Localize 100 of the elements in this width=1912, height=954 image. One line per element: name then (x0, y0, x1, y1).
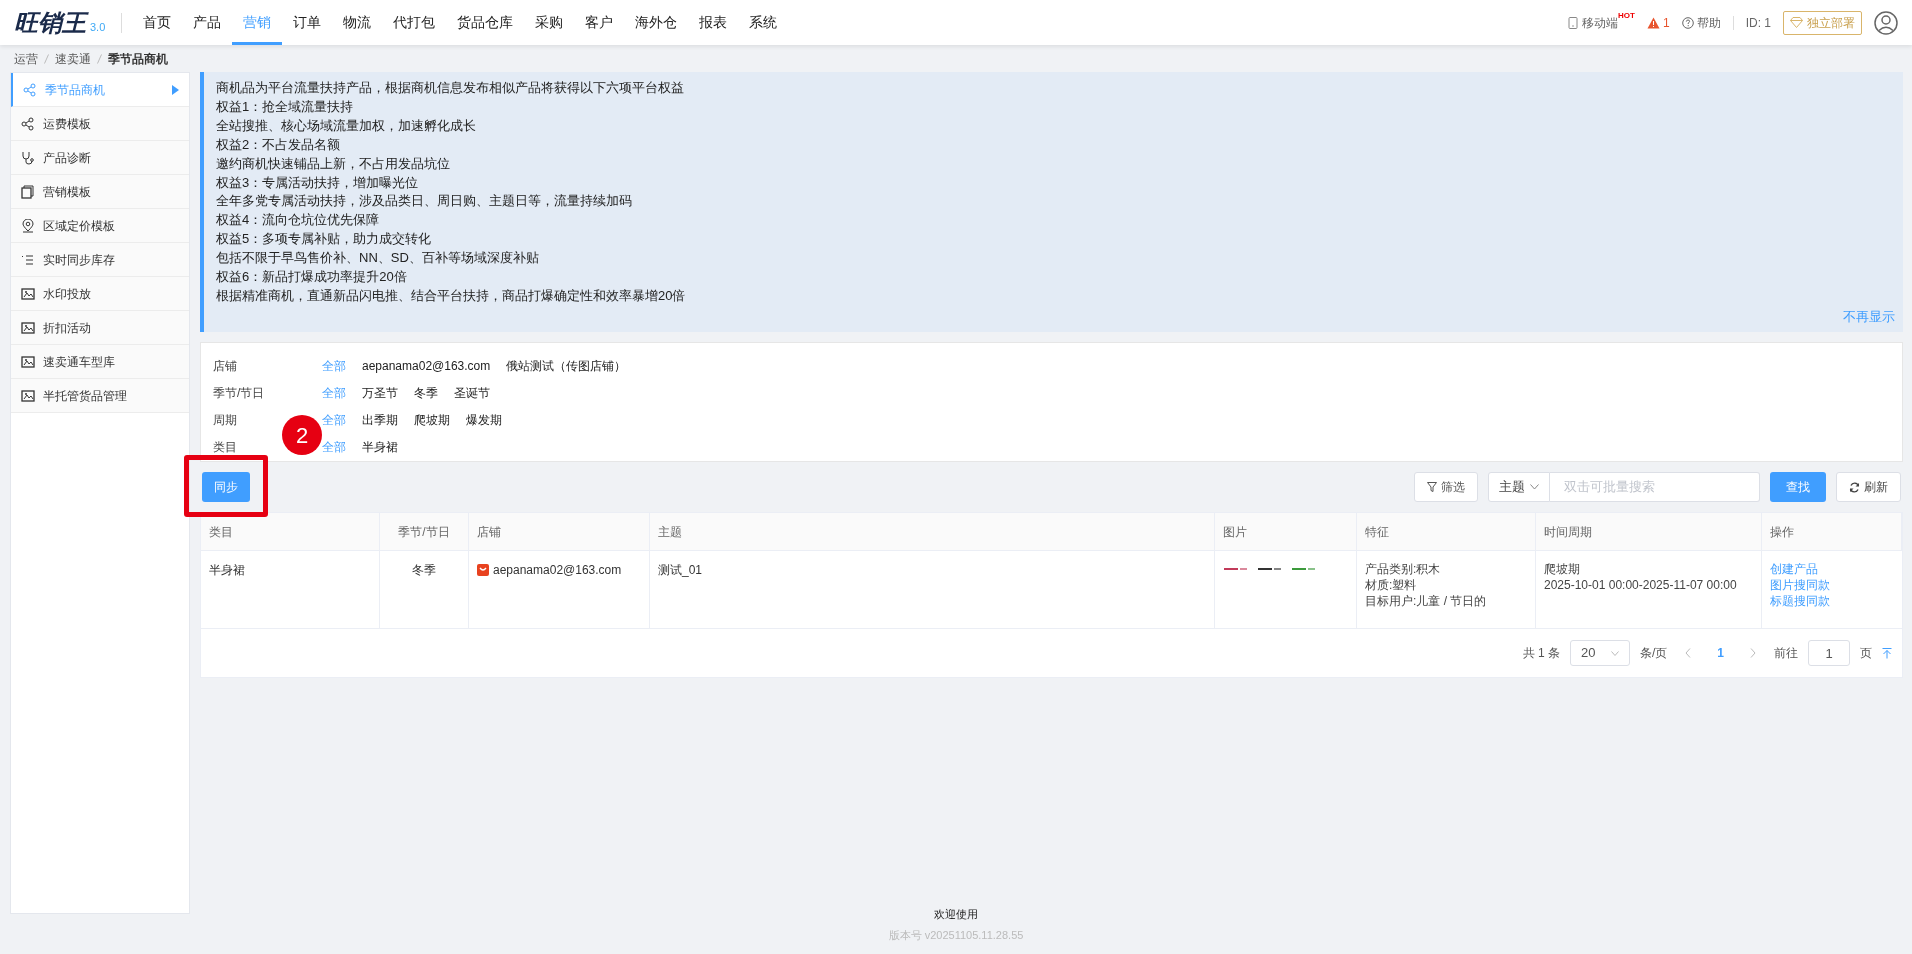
notice-line: 权益6：新品打爆成功率提升20倍 (216, 268, 407, 287)
sidebar-item[interactable]: 半托管货品管理 (11, 379, 189, 413)
notice-line: 全年多党专属活动扶持，涉及品类日、周日购、主题日等，流量持续加码 (216, 192, 632, 211)
alert-link[interactable]: 1 (1646, 13, 1670, 32)
menu-item-icon (21, 150, 35, 165)
chevron-down-icon (1530, 484, 1539, 490)
period-text: 爬坡期 (1544, 561, 1580, 577)
filter-button[interactable]: 筛选 (1414, 472, 1478, 502)
goto-label: 前往 (1774, 645, 1798, 662)
phone-icon (1568, 16, 1579, 29)
menu-item-icon (21, 218, 35, 233)
sidebar-item[interactable]: 速卖通车型库 (11, 345, 189, 379)
filter-icon (1427, 482, 1437, 492)
help-icon (1681, 16, 1694, 29)
sidebar-item[interactable]: 折扣活动 (11, 311, 189, 345)
breadcrumb-item[interactable]: 运营 (14, 49, 38, 68)
avatar-icon[interactable] (1874, 10, 1898, 35)
column-header: 主题 (658, 523, 682, 541)
filter-label: 类目 (213, 438, 238, 456)
feature-text: 材质:塑料 (1365, 577, 1417, 593)
filter-option[interactable]: 半身裙 (362, 437, 398, 456)
refresh-icon (1849, 481, 1860, 493)
nav-tab[interactable]: 客户 (574, 0, 625, 45)
nav-tab[interactable]: 首页 (132, 0, 183, 45)
notice-line: 权益1：抢全域流量扶持 (216, 97, 354, 116)
breadcrumb-separator-icon (44, 53, 49, 64)
page-unit-label: 页 (1860, 645, 1872, 662)
filter-label: 周期 (213, 411, 238, 429)
mobile-link[interactable]: 移动端 (1568, 13, 1619, 32)
menu-item-icon (21, 116, 35, 131)
welcome-text: 欢迎使用 (934, 907, 978, 922)
column-header: 特征 (1365, 523, 1389, 541)
search-input[interactable]: 双击可批量搜索 (1550, 472, 1760, 502)
nav-tab[interactable]: 订单 (282, 0, 333, 45)
period-text: 2025-10-01 00:00-2025-11-07 00:00 (1544, 577, 1737, 593)
nav-tab[interactable]: 报表 (688, 0, 739, 45)
filter-option[interactable]: 圣诞节 (454, 383, 490, 402)
menu-item-icon (23, 82, 37, 97)
filter-option[interactable]: 爬坡期 (414, 410, 450, 429)
goto-page-input[interactable]: 1 (1808, 640, 1850, 666)
filter-option[interactable]: 俄站测试（传图店铺） (506, 356, 627, 375)
breadcrumb-separator-icon (97, 53, 102, 64)
nav-tab[interactable]: 产品 (182, 0, 233, 45)
refresh-button[interactable]: 刷新 (1836, 472, 1901, 502)
nav-tab[interactable]: 货品仓库 (446, 0, 525, 45)
sidebar-item[interactable]: 运费模板 (11, 107, 189, 141)
feature-text: 产品类别:积木 (1365, 561, 1441, 577)
search-field-select[interactable]: 主题 (1488, 472, 1550, 502)
menu-item-icon (21, 388, 35, 403)
sidebar-item[interactable]: 区域定价模板 (11, 209, 189, 243)
logo-version: 3.0 (90, 21, 106, 33)
shop-logo-icon (477, 564, 489, 576)
sidebar-item[interactable]: 实时同步库存 (11, 243, 189, 277)
notice-line: 权益5：多项专属补贴，助力成交转化 (216, 230, 432, 249)
menu-item-icon (21, 354, 35, 369)
notice-line: 权益2：不占发品名额 (216, 135, 341, 154)
nav-tab[interactable]: 系统 (738, 0, 789, 45)
prev-page-icon[interactable] (1685, 648, 1692, 658)
filter-option[interactable]: aepanama02@163.com (362, 356, 491, 375)
feature-text: 目标用户:儿童 / 节日的 (1365, 593, 1487, 609)
menu-item-icon (21, 252, 35, 267)
nav-tab[interactable]: 代打包 (382, 0, 447, 45)
notice-line: 全站搜推、核心场域流量加权，加速孵化成长 (216, 116, 476, 135)
column-header: 图片 (1223, 523, 1247, 541)
sidebar-item[interactable]: 水印投放 (11, 277, 189, 311)
table-cell: 半身裙 (209, 563, 245, 577)
sidebar-item[interactable]: 营销模板 (11, 175, 189, 209)
column-header: 季节/节日 (398, 523, 450, 541)
filter-option[interactable]: 爆发期 (466, 410, 502, 429)
breadcrumb-item[interactable]: 速卖通 (55, 49, 91, 68)
page-size-select[interactable]: 20 (1569, 640, 1630, 666)
notice-line: 权益3：专属活动扶持，增加曝光位 (216, 173, 419, 192)
next-page-icon[interactable] (1750, 648, 1756, 658)
menu-item-icon (21, 184, 35, 199)
notice-line: 商机品为平台流量扶持产品，根据商机信息发布相似产品将获得以下六项平台权益 (216, 79, 684, 97)
nav-tab[interactable]: 物流 (332, 0, 383, 45)
breadcrumb-item[interactable]: 季节品商机 (108, 49, 168, 68)
table-cell: 测试_01 (658, 563, 703, 577)
notice-line: 权益4：流向仓坑位优先保障 (216, 211, 380, 230)
filter-option[interactable]: 万圣节 (362, 383, 398, 402)
filter-option[interactable]: 出季期 (362, 410, 398, 429)
column-header: 时间周期 (1544, 523, 1592, 541)
notice-line: 根据精准商机，直通新品闪电推、结合平台扶持，商品打爆确定性和效率暴增20倍 (216, 286, 686, 305)
column-header: 操作 (1770, 523, 1794, 541)
total-count: 共 1 条 (1522, 645, 1560, 662)
column-header: 店铺 (477, 523, 501, 541)
help-link[interactable]: 帮助 (1681, 13, 1721, 32)
nav-tab[interactable]: 采购 (524, 0, 575, 45)
nav-tab[interactable]: 海外仓 (624, 0, 689, 45)
caret-icon (172, 84, 179, 95)
filter-label: 店铺 (213, 357, 238, 375)
warning-icon (1646, 16, 1660, 29)
filter-label: 季节/节日 (213, 384, 266, 402)
sidebar-item[interactable]: 产品诊断 (11, 141, 189, 175)
arrow-up-icon[interactable] (1882, 647, 1892, 659)
filter-option[interactable]: 冬季 (414, 383, 438, 402)
chevron-down-icon (1610, 650, 1619, 656)
diamond-icon (1790, 17, 1803, 28)
table-cell-text: aepanama02@163.com (493, 562, 622, 579)
notice-line: 邀约商机快速铺品上新，不占用发品坑位 (216, 154, 450, 173)
